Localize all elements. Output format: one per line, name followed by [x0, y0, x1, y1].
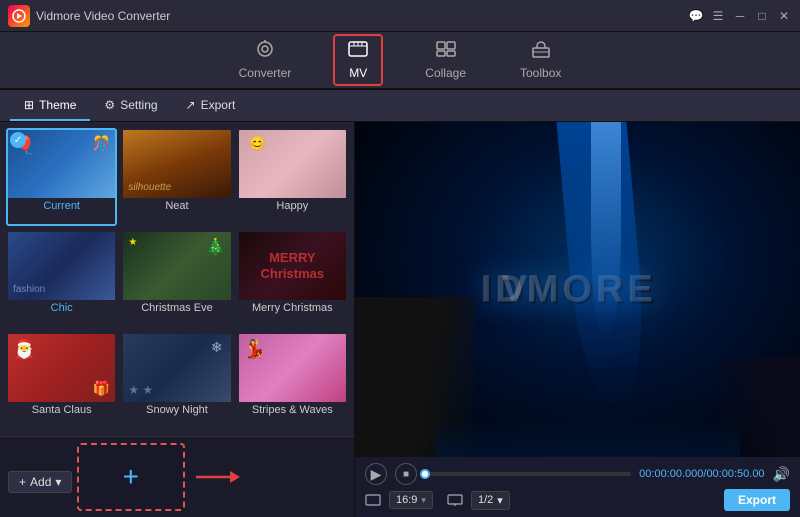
- export-arrow-icon: ↗: [186, 98, 196, 112]
- video-preview: IDMORE V: [355, 122, 800, 457]
- theme-snowy-label: Snowy Night: [123, 402, 230, 418]
- collage-icon: [435, 40, 457, 63]
- monitor-icon: [447, 494, 463, 506]
- sub-tab-setting-label: Setting: [120, 98, 157, 112]
- sub-tab-export[interactable]: ↗ Export: [172, 90, 250, 121]
- tab-toolbox-label: Toolbox: [520, 66, 561, 80]
- tab-collage[interactable]: Collage: [413, 36, 478, 84]
- theme-grid-icon: ⊞: [24, 98, 34, 112]
- add-area-row: +: [77, 443, 185, 511]
- theme-stripes-waves[interactable]: 💃 Stripes & Waves: [237, 332, 348, 430]
- right-panel: IDMORE V ▶ ■ 00:00:00.000/00:00:50.00 🔊: [355, 122, 800, 517]
- controls-row-2: 16:9 ▾ 1/2 ▾ Export: [365, 489, 790, 511]
- ratio-value: 16:9: [396, 494, 417, 506]
- sub-tab-setting[interactable]: ⚙ Setting: [90, 90, 171, 121]
- app-logo: [8, 5, 30, 27]
- left-panel: 🎈 🎊 ✓ Current silhouette Neat 😊 Happy: [0, 122, 355, 517]
- theme-santa-label: Santa Claus: [8, 402, 115, 418]
- progress-bar[interactable]: [425, 472, 631, 476]
- main-area: 🎈 🎊 ✓ Current silhouette Neat 😊 Happy: [0, 122, 800, 517]
- theme-christmas-eve-label: Christmas Eve: [123, 300, 230, 316]
- tab-mv-label: MV: [349, 66, 367, 80]
- resolution-value: 1/2: [478, 494, 493, 506]
- selected-check-icon: ✓: [10, 132, 26, 148]
- tab-collage-label: Collage: [425, 66, 466, 80]
- sub-tabs: ⊞ Theme ⚙ Setting ↗ Export: [0, 90, 800, 122]
- add-chevron-icon: ▾: [55, 475, 61, 489]
- aspect-ratio-select[interactable]: 16:9 ▾: [389, 491, 433, 509]
- arrow-indicator: [196, 467, 240, 487]
- add-button[interactable]: + Add ▾: [8, 471, 72, 493]
- progress-dot: [420, 469, 430, 479]
- frame-icon: [365, 494, 381, 506]
- bottom-panel: + Add ▾ +: [0, 436, 354, 517]
- theme-christmas-eve[interactable]: 🎄 ★ Christmas Eve: [121, 230, 232, 328]
- maximize-button[interactable]: □: [754, 8, 770, 24]
- mv-icon: [347, 40, 369, 63]
- add-media-box[interactable]: +: [77, 443, 185, 511]
- title-bar: Vidmore Video Converter 💬 ☰ ─ □ ✕: [0, 0, 800, 32]
- chat-icon[interactable]: 💬: [688, 8, 704, 24]
- converter-icon: [254, 40, 276, 63]
- toolbox-icon: [530, 40, 552, 63]
- theme-chic[interactable]: fashion Chic: [6, 230, 117, 328]
- nav-tabs: Converter MV Collage Toolbox: [0, 32, 800, 90]
- theme-happy[interactable]: 😊 Happy: [237, 128, 348, 226]
- time-display: 00:00:00.000/00:00:50.00: [639, 468, 764, 480]
- theme-merry-christmas[interactable]: MERRYChristmas Merry Christmas: [237, 230, 348, 328]
- menu-icon[interactable]: ☰: [710, 8, 726, 24]
- play-icon: ▶: [371, 466, 382, 483]
- controls-row-1: ▶ ■ 00:00:00.000/00:00:50.00 🔊: [365, 463, 790, 485]
- sub-tab-export-label: Export: [201, 98, 236, 112]
- theme-santa-claus[interactable]: 🎅 🎁 Santa Claus: [6, 332, 117, 430]
- resolution-select[interactable]: 1/2 ▾: [471, 491, 510, 510]
- play-button[interactable]: ▶: [365, 463, 387, 485]
- tab-toolbox[interactable]: Toolbox: [508, 36, 573, 84]
- resolution-chevron-icon: ▾: [497, 494, 503, 507]
- window-controls: 💬 ☰ ─ □ ✕: [688, 8, 792, 24]
- theme-grid: 🎈 🎊 ✓ Current silhouette Neat 😊 Happy: [0, 122, 354, 436]
- video-controls: ▶ ■ 00:00:00.000/00:00:50.00 🔊 16:9: [355, 457, 800, 517]
- theme-neat-label: Neat: [123, 198, 230, 214]
- theme-happy-label: Happy: [239, 198, 346, 214]
- ratio-chevron-icon: ▾: [421, 495, 426, 506]
- volume-icon[interactable]: 🔊: [773, 466, 790, 483]
- theme-chic-label: Chic: [8, 300, 115, 316]
- export-button[interactable]: Export: [724, 489, 790, 511]
- add-label: Add: [30, 475, 51, 489]
- tab-converter[interactable]: Converter: [227, 36, 304, 84]
- theme-current[interactable]: 🎈 🎊 ✓ Current: [6, 128, 117, 226]
- theme-stripes-label: Stripes & Waves: [239, 402, 346, 418]
- app-title: Vidmore Video Converter: [36, 9, 688, 23]
- close-button[interactable]: ✕: [776, 8, 792, 24]
- sub-tab-theme-label: Theme: [39, 98, 76, 112]
- tab-converter-label: Converter: [239, 66, 292, 80]
- theme-neat[interactable]: silhouette Neat: [121, 128, 232, 226]
- plus-icon: +: [19, 475, 26, 489]
- theme-merry-christmas-label: Merry Christmas: [239, 300, 346, 316]
- stop-icon: ■: [403, 469, 409, 480]
- add-media-plus-icon: +: [123, 461, 139, 493]
- setting-gear-icon: ⚙: [104, 98, 115, 112]
- sub-tab-theme[interactable]: ⊞ Theme: [10, 90, 90, 121]
- minimize-button[interactable]: ─: [732, 8, 748, 24]
- theme-snowy-night[interactable]: ❄ ★ ★ Snowy Night: [121, 332, 232, 430]
- tab-mv[interactable]: MV: [333, 34, 383, 86]
- stop-button[interactable]: ■: [395, 463, 417, 485]
- theme-current-label: Current: [8, 198, 115, 214]
